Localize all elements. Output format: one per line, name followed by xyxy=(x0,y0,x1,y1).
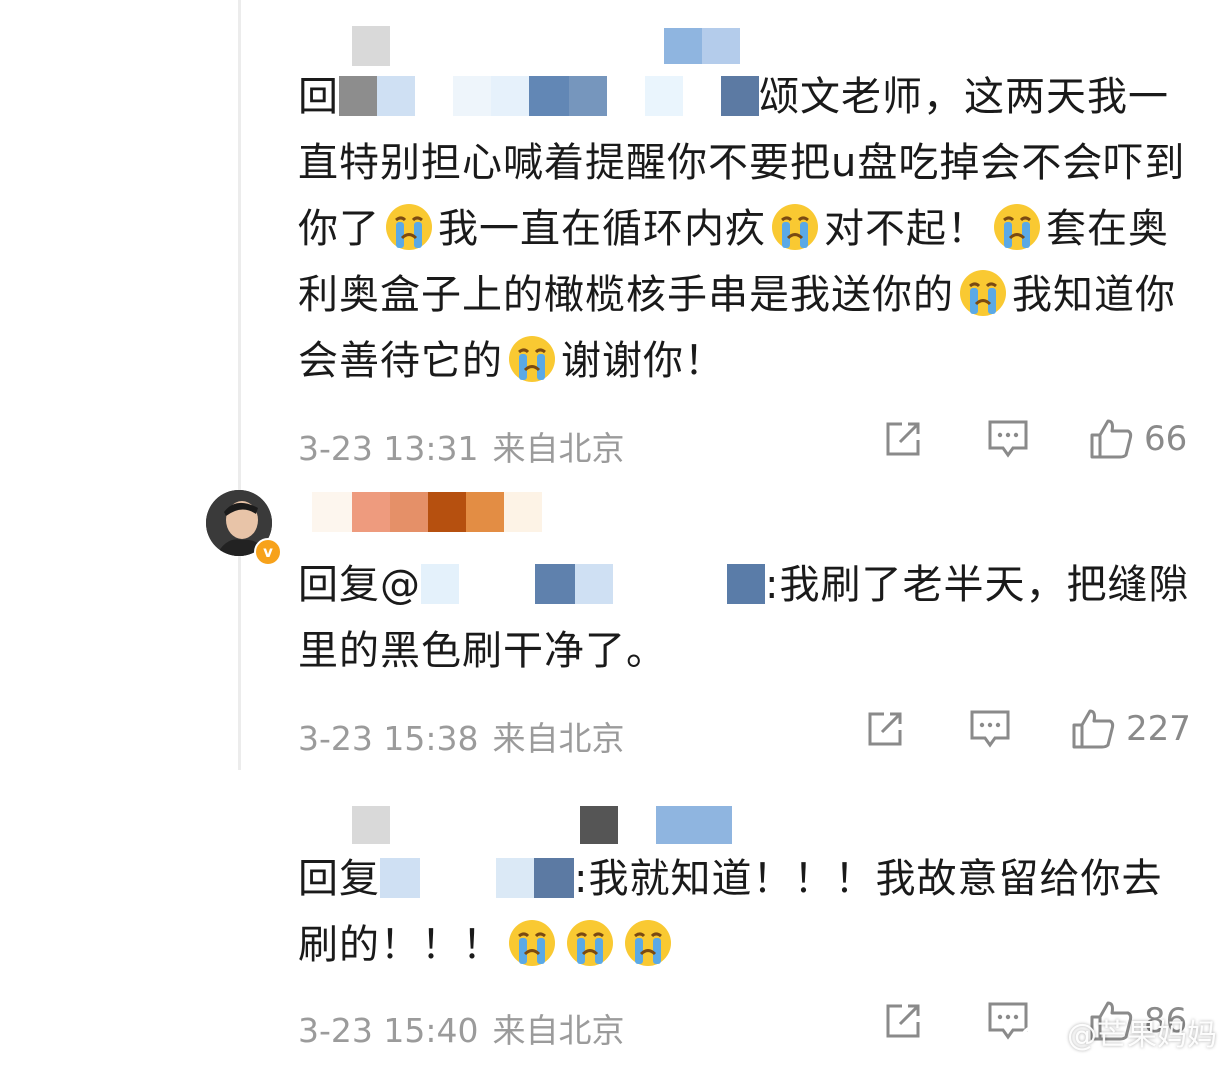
share-button[interactable] xyxy=(882,998,924,1044)
censored-mention xyxy=(421,558,765,604)
comment-1-part-2: 我一直在循环内疚 xyxy=(438,206,766,252)
reply-prefix: 回复 xyxy=(298,856,380,902)
crying-emoji-icon xyxy=(386,204,432,250)
crying-emoji-icon xyxy=(509,920,555,966)
comment-1: 回颂文老师，这两天我一直特别担心喊着提醒你不要把u盘吃掉会不会吓到你了 我一直在循… xyxy=(298,64,1203,394)
comment-1-meta: 3-23 13:31 来自北京 66 xyxy=(298,416,1203,468)
comment-2-meta: 3-23 15:38 来自北京 227 xyxy=(298,706,1203,758)
weibo-logo-icon xyxy=(1021,1018,1059,1048)
like-count: 66 xyxy=(1144,419,1188,459)
comment-1-part-6: 谢谢你！ xyxy=(561,338,725,384)
crying-emoji-icon xyxy=(960,270,1006,316)
comment-icon xyxy=(988,420,1028,458)
verified-badge-icon: v xyxy=(254,538,282,566)
crying-emoji-icon xyxy=(772,204,818,250)
comment-icon xyxy=(970,710,1010,748)
share-button[interactable] xyxy=(882,416,924,462)
comment-3-text: 回复:我就知道！！！我故意留给你去刷的！！！ xyxy=(298,846,1203,978)
censored-username-3 xyxy=(352,806,732,844)
comment-button[interactable] xyxy=(986,416,1030,462)
thread-line xyxy=(238,0,241,770)
comment-button[interactable] xyxy=(968,706,1012,752)
like-icon xyxy=(1072,709,1115,749)
watermark: @芒果妈妈 xyxy=(1021,1010,1217,1054)
crying-emoji-icon xyxy=(994,204,1040,250)
crying-emoji-icon xyxy=(509,336,555,382)
comment-2: 回复@:我刷了老半天，把缝隙里的黑色刷干净了。 xyxy=(298,552,1203,684)
censored-username-2 xyxy=(312,492,542,532)
comment-1-timestamp: 3-23 13:31 来自北京 xyxy=(298,429,625,468)
comment-1-text: 回颂文老师，这两天我一直特别担心喊着提醒你不要把u盘吃掉会不会吓到你了 我一直在循… xyxy=(298,64,1203,394)
comment-3-location: 来自北京 xyxy=(492,1011,625,1050)
censored-block-top xyxy=(664,28,740,64)
censored-mention xyxy=(339,70,759,116)
like-button[interactable]: 227 xyxy=(1070,706,1191,752)
crying-emoji-icon xyxy=(567,920,613,966)
share-icon xyxy=(868,712,902,746)
censored-username-top xyxy=(352,26,390,66)
comment-1-part-3: 对不起！ xyxy=(824,206,988,252)
like-button[interactable]: 66 xyxy=(1088,416,1187,462)
comment-3: 回复:我就知道！！！我故意留给你去刷的！！！ xyxy=(298,846,1203,978)
comment-3-timestamp: 3-23 15:40 来自北京 xyxy=(298,1011,625,1050)
comment-2-location: 来自北京 xyxy=(492,719,625,758)
crying-emoji-icon xyxy=(625,920,671,966)
share-icon xyxy=(886,1004,920,1038)
share-button[interactable] xyxy=(864,706,906,752)
reply-prefix: 回复@ xyxy=(298,562,421,608)
like-icon xyxy=(1090,419,1133,459)
comment-1-location: 来自北京 xyxy=(492,429,625,468)
comment-2-timestamp: 3-23 15:38 来自北京 xyxy=(298,719,625,758)
censored-mention xyxy=(380,852,574,898)
comment-2-text: 回复@:我刷了老半天，把缝隙里的黑色刷干净了。 xyxy=(298,552,1203,684)
like-count: 227 xyxy=(1126,709,1191,749)
share-icon xyxy=(886,422,920,456)
watermark-text: @芒果妈妈 xyxy=(1067,1018,1217,1053)
reply-prefix: 回 xyxy=(298,74,339,120)
